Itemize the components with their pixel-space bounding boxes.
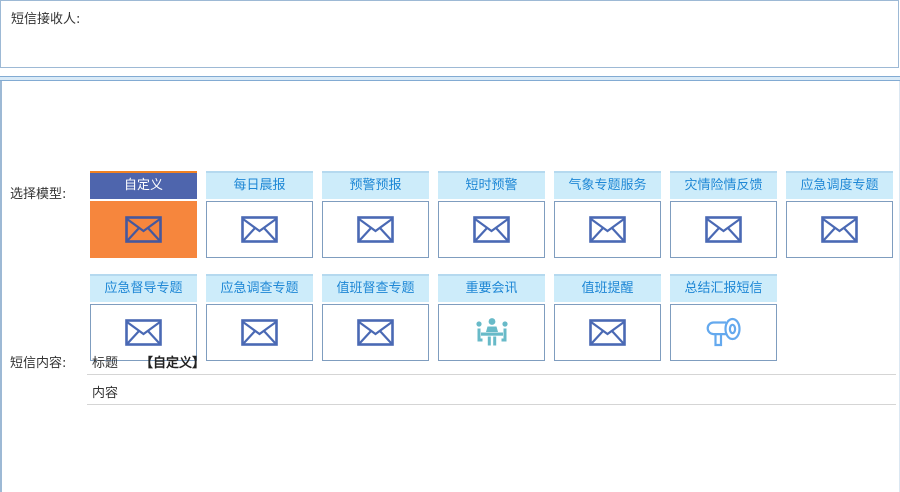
template-card-9[interactable]: 应急调查专题 <box>206 274 313 361</box>
template-card-label[interactable]: 应急调查专题 <box>206 274 313 302</box>
template-card-13[interactable]: 总结汇报短信 <box>670 274 777 361</box>
template-card-icon-box[interactable] <box>786 201 893 258</box>
template-card-label[interactable]: 总结汇报短信 <box>670 274 777 302</box>
template-card-label[interactable]: 值班提醒 <box>554 274 661 302</box>
template-card-7[interactable]: 应急调度专题 <box>786 171 893 258</box>
template-card-label[interactable]: 值班督查专题 <box>322 274 429 302</box>
template-card-icon-box[interactable] <box>206 201 313 258</box>
envelope-icon <box>125 319 162 346</box>
template-card-icon-box[interactable] <box>90 201 197 258</box>
content-input[interactable] <box>88 407 895 492</box>
content-body-label: 内容 <box>92 382 118 401</box>
envelope-icon <box>125 216 162 243</box>
sms-content-label: 短信内容: <box>10 352 66 371</box>
template-card-1[interactable]: 自定义 <box>90 171 197 258</box>
envelope-icon <box>357 216 394 243</box>
envelope-icon <box>241 216 278 243</box>
template-card-label[interactable]: 短时预警 <box>438 171 545 199</box>
template-card-label[interactable]: 每日晨报 <box>206 171 313 199</box>
template-card-icon-box[interactable] <box>554 201 661 258</box>
recipients-box: 短信接收人: <box>0 0 899 68</box>
template-card-icon-box[interactable] <box>438 304 545 361</box>
envelope-icon <box>589 216 626 243</box>
template-row-1: 自定义每日晨报预警预报短时预警气象专题服务灾情险情反馈应急调度专题 <box>90 171 893 258</box>
template-row-2: 应急督导专题应急调查专题值班督查专题重要会讯值班提醒总结汇报短信 <box>90 274 777 361</box>
title-underline <box>87 374 896 375</box>
envelope-icon <box>357 319 394 346</box>
template-card-4[interactable]: 短时预警 <box>438 171 545 258</box>
template-card-icon-box[interactable] <box>554 304 661 361</box>
envelope-icon <box>589 319 626 346</box>
template-card-12[interactable]: 值班提醒 <box>554 274 661 361</box>
envelope-icon <box>473 216 510 243</box>
template-card-icon-box[interactable] <box>670 201 777 258</box>
template-card-3[interactable]: 预警预报 <box>322 171 429 258</box>
sms-send-page: 短信接收人: 选择模型: 自定义每日晨报预警预报短时预警气象专题服务灾情险情反馈… <box>0 0 900 492</box>
template-card-icon-box[interactable] <box>670 304 777 361</box>
template-card-label[interactable]: 气象专题服务 <box>554 171 661 199</box>
title-label: 标题 <box>92 352 118 371</box>
template-card-label[interactable]: 应急督导专题 <box>90 274 197 302</box>
envelope-icon <box>705 216 742 243</box>
template-card-icon-box[interactable] <box>322 304 429 361</box>
template-card-icon-box[interactable] <box>206 304 313 361</box>
envelope-icon <box>241 319 278 346</box>
meeting-icon <box>473 317 511 348</box>
template-card-6[interactable]: 灾情险情反馈 <box>670 171 777 258</box>
title-value[interactable]: 【自定义】 <box>140 352 205 371</box>
model-selector-label: 选择模型: <box>10 183 66 202</box>
template-card-icon-box[interactable] <box>322 201 429 258</box>
template-card-label[interactable]: 灾情险情反馈 <box>670 171 777 199</box>
template-card-10[interactable]: 值班督查专题 <box>322 274 429 361</box>
recipients-label: 短信接收人: <box>11 8 80 27</box>
megaphone-icon <box>703 316 744 350</box>
template-card-2[interactable]: 每日晨报 <box>206 171 313 258</box>
recipients-input[interactable] <box>93 5 894 63</box>
main-panel: 选择模型: 自定义每日晨报预警预报短时预警气象专题服务灾情险情反馈应急调度专题 … <box>0 81 900 492</box>
envelope-icon <box>821 216 858 243</box>
template-card-5[interactable]: 气象专题服务 <box>554 171 661 258</box>
template-card-11[interactable]: 重要会讯 <box>438 274 545 361</box>
template-card-label[interactable]: 预警预报 <box>322 171 429 199</box>
template-card-8[interactable]: 应急督导专题 <box>90 274 197 361</box>
content-underline <box>87 404 896 405</box>
template-card-label[interactable]: 自定义 <box>90 171 197 199</box>
template-card-label[interactable]: 重要会讯 <box>438 274 545 302</box>
template-card-icon-box[interactable] <box>438 201 545 258</box>
template-card-label[interactable]: 应急调度专题 <box>786 171 893 199</box>
